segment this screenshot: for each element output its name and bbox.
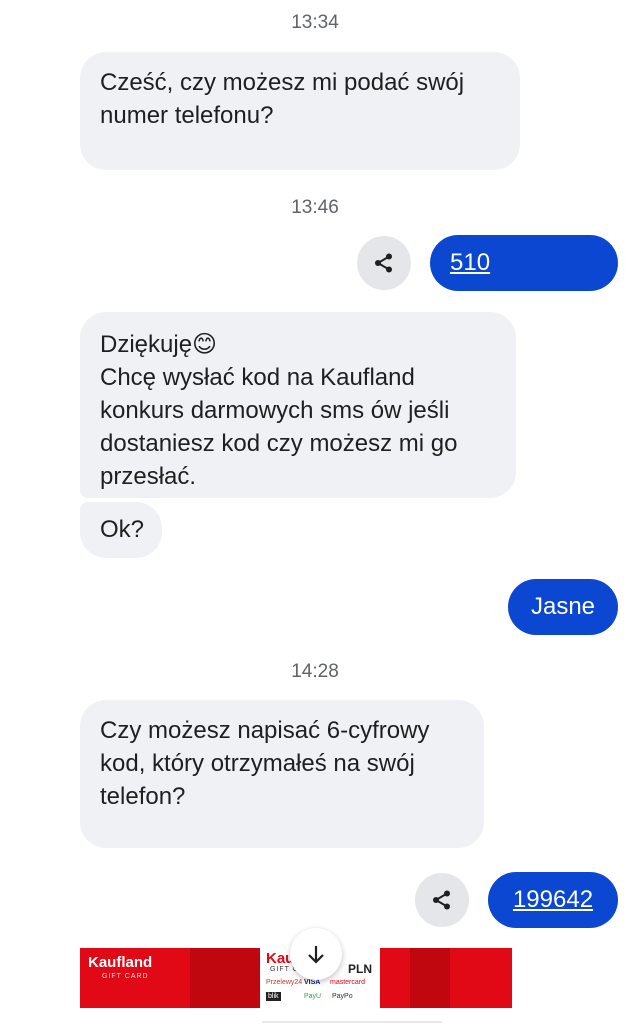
share-icon bbox=[433, 890, 450, 910]
timestamp: 14:28 bbox=[291, 661, 339, 682]
share-button[interactable] bbox=[357, 236, 411, 290]
scroll-down-button[interactable] bbox=[290, 928, 342, 980]
divider bbox=[262, 1021, 442, 1023]
card-panel bbox=[190, 948, 260, 1008]
outgoing-message[interactable]: 510 bbox=[430, 235, 618, 291]
share-button[interactable] bbox=[415, 873, 469, 927]
message-text: Ok? bbox=[100, 516, 145, 543]
incoming-message[interactable]: Cześć, czy możesz mi podać swój numer te… bbox=[80, 52, 520, 170]
code-link[interactable]: 199642 bbox=[513, 886, 593, 914]
currency-label: PLN bbox=[348, 962, 372, 976]
message-text: Czy możesz napisać 6-cyfrowy kod, który … bbox=[100, 717, 430, 810]
payment-logo: Przelewy24 bbox=[266, 979, 303, 986]
phone-number-link[interactable]: 510 bbox=[450, 249, 540, 277]
share-icon bbox=[375, 253, 392, 273]
incoming-message[interactable]: Dziękuję😊 Chcę wysłać kod na Kaufland ko… bbox=[80, 312, 516, 498]
payment-logo: blik bbox=[266, 992, 281, 1001]
message-text: Chcę wysłać kod na Kaufland konkurs darm… bbox=[100, 364, 458, 490]
payment-logo: mastercard bbox=[330, 979, 366, 986]
arrow-down-icon bbox=[308, 946, 324, 964]
message-text: Cześć, czy możesz mi podać swój numer te… bbox=[100, 69, 465, 129]
smiling-face-emoji-icon: 😊 bbox=[192, 331, 218, 358]
outgoing-message[interactable]: Jasne bbox=[508, 579, 618, 635]
payment-logo: PayPo bbox=[332, 993, 353, 1000]
timestamp: 13:46 bbox=[291, 197, 339, 218]
card-panel bbox=[410, 948, 450, 1008]
incoming-message[interactable]: Czy możesz napisać 6-cyfrowy kod, który … bbox=[80, 700, 484, 848]
incoming-message[interactable]: Ok? bbox=[80, 502, 162, 558]
gift-card-label: GIFT CARD bbox=[102, 973, 149, 980]
timestamp: 13:34 bbox=[291, 12, 339, 33]
outgoing-message[interactable]: 199642 bbox=[488, 872, 618, 928]
payment-logo: PayU bbox=[304, 993, 322, 1000]
message-text: Jasne bbox=[530, 593, 596, 620]
message-text: Dziękuję bbox=[100, 331, 193, 358]
kaufland-logo: Kaufland bbox=[88, 954, 153, 971]
